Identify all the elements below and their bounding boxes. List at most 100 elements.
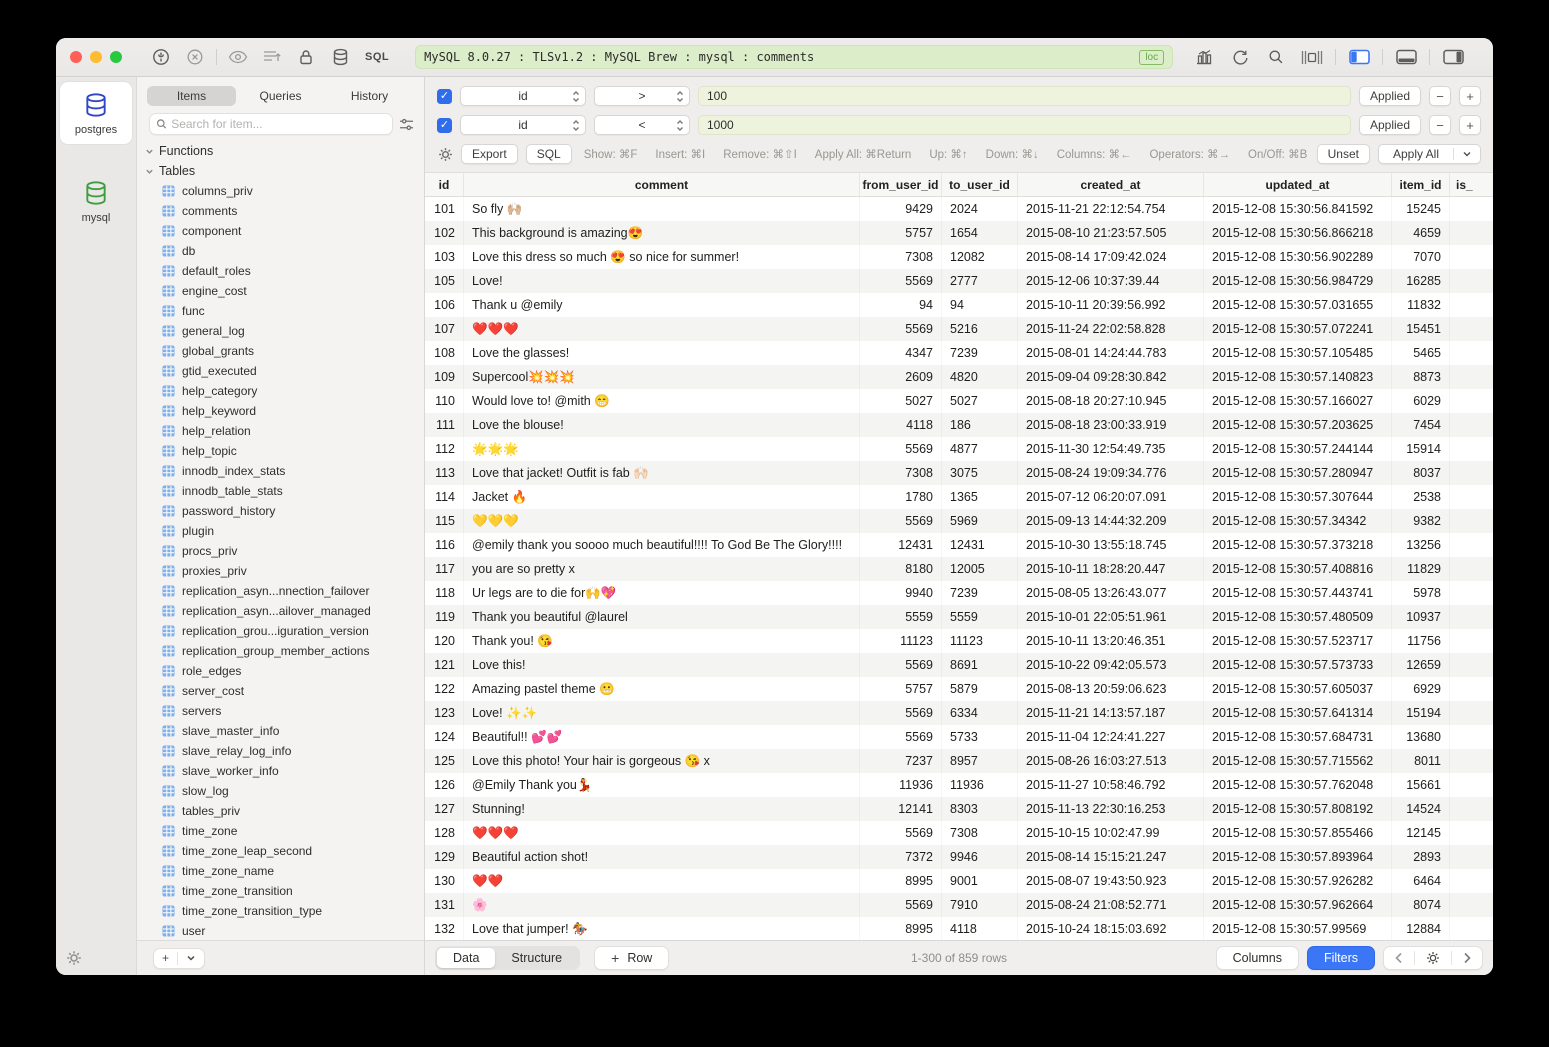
tab-queries[interactable]: Queries (236, 86, 325, 106)
cell-comment[interactable]: Love this photo! Your hair is gorgeous 😘… (463, 749, 859, 773)
cell-item-id[interactable]: 6029 (1391, 389, 1449, 413)
cell-updated-at[interactable]: 2015-12-08 15:30:56.902289 (1203, 245, 1391, 269)
cell-created-at[interactable]: 2015-10-11 18:28:20.447 (1017, 557, 1203, 581)
cell-comment[interactable]: Beautiful action shot! (463, 845, 859, 869)
cell-updated-at[interactable]: 2015-12-08 15:30:57.962664 (1203, 893, 1391, 917)
filter-operator-select[interactable]: > (594, 86, 690, 106)
cell-id[interactable]: 121 (425, 653, 463, 677)
cell-created-at[interactable]: 2015-10-15 10:02:47.99 (1017, 821, 1203, 845)
sidebar-table-item[interactable]: tables_priv (145, 801, 424, 821)
cell-updated-at[interactable]: 2015-12-08 15:30:57.762048 (1203, 773, 1391, 797)
sidebar-table-item[interactable]: help_category (145, 381, 424, 401)
cell-is[interactable] (1449, 509, 1493, 533)
cell-created-at[interactable]: 2015-08-10 21:23:57.505 (1017, 221, 1203, 245)
cell-is[interactable] (1449, 773, 1493, 797)
cell-item-id[interactable]: 11832 (1391, 293, 1449, 317)
cell-item-id[interactable]: 15451 (1391, 317, 1449, 341)
cell-updated-at[interactable]: 2015-12-08 15:30:57.280947 (1203, 461, 1391, 485)
cell-from-user-id[interactable]: 5757 (859, 677, 941, 701)
item-search-box[interactable] (149, 113, 393, 135)
cell-is[interactable] (1449, 245, 1493, 269)
item-search-input[interactable] (171, 117, 386, 131)
settings-gear-icon[interactable] (66, 950, 82, 966)
cell-id[interactable]: 114 (425, 485, 463, 509)
cell-id[interactable]: 117 (425, 557, 463, 581)
cell-comment[interactable]: you are so pretty x (463, 557, 859, 581)
cell-item-id[interactable]: 6464 (1391, 869, 1449, 893)
cell-created-at[interactable]: 2015-09-13 14:44:32.209 (1017, 509, 1203, 533)
cell-item-id[interactable]: 11829 (1391, 557, 1449, 581)
sidebar-table-item[interactable]: slave_worker_info (145, 761, 424, 781)
cell-item-id[interactable]: 8074 (1391, 893, 1449, 917)
cell-to-user-id[interactable]: 1365 (941, 485, 1017, 509)
cell-is[interactable] (1449, 557, 1493, 581)
log-icon[interactable] (255, 46, 289, 68)
table-row[interactable]: 111Love the blouse!41181862015-08-18 23:… (425, 413, 1493, 437)
cell-from-user-id[interactable]: 12431 (859, 533, 941, 557)
cell-to-user-id[interactable]: 8957 (941, 749, 1017, 773)
cell-is[interactable] (1449, 605, 1493, 629)
cell-id[interactable]: 130 (425, 869, 463, 893)
cell-is[interactable] (1449, 701, 1493, 725)
cell-updated-at[interactable]: 2015-12-08 15:30:57.480509 (1203, 605, 1391, 629)
cell-from-user-id[interactable]: 5569 (859, 437, 941, 461)
cell-created-at[interactable]: 2015-08-14 17:09:42.024 (1017, 245, 1203, 269)
cell-comment[interactable]: Love! (463, 269, 859, 293)
cell-id[interactable]: 107 (425, 317, 463, 341)
cell-is[interactable] (1449, 389, 1493, 413)
cell-comment[interactable]: Beautiful!! 💕💕 (463, 725, 859, 749)
cell-to-user-id[interactable]: 9001 (941, 869, 1017, 893)
cell-from-user-id[interactable]: 5569 (859, 269, 941, 293)
column-header-from-user-id[interactable]: from_user_id (859, 173, 941, 196)
data-tab[interactable]: Data (437, 948, 495, 968)
cell-id[interactable]: 122 (425, 677, 463, 701)
sidebar-table-item[interactable]: global_grants (145, 341, 424, 361)
cell-to-user-id[interactable]: 5027 (941, 389, 1017, 413)
minimize-window-button[interactable] (90, 51, 102, 63)
table-row[interactable]: 127Stunning!1214183032015-11-13 22:30:16… (425, 797, 1493, 821)
cell-comment[interactable]: 🌸 (463, 893, 859, 917)
table-row[interactable]: 128❤️❤️❤️556973082015-10-15 10:02:47.992… (425, 821, 1493, 845)
cell-updated-at[interactable]: 2015-12-08 15:30:57.140823 (1203, 365, 1391, 389)
filter-operator-select[interactable]: < (594, 115, 690, 135)
table-row[interactable]: 117you are so pretty x8180120052015-10-1… (425, 557, 1493, 581)
cell-created-at[interactable]: 2015-11-13 22:30:16.253 (1017, 797, 1203, 821)
cell-created-at[interactable]: 2015-08-01 14:24:44.783 (1017, 341, 1203, 365)
export-button[interactable]: Export (461, 144, 518, 164)
cell-item-id[interactable]: 16285 (1391, 269, 1449, 293)
cell-comment[interactable]: Stunning! (463, 797, 859, 821)
cell-is[interactable] (1449, 221, 1493, 245)
structure-tab[interactable]: Structure (495, 948, 578, 968)
cell-id[interactable]: 110 (425, 389, 463, 413)
cell-is[interactable] (1449, 197, 1493, 221)
cell-is[interactable] (1449, 293, 1493, 317)
cell-from-user-id[interactable]: 5569 (859, 725, 941, 749)
cell-updated-at[interactable]: 2015-12-08 15:30:57.166027 (1203, 389, 1391, 413)
cell-updated-at[interactable]: 2015-12-08 15:30:56.866218 (1203, 221, 1391, 245)
cell-id[interactable]: 111 (425, 413, 463, 437)
cell-id[interactable]: 103 (425, 245, 463, 269)
cell-comment[interactable]: So fly 🙌🏼 (463, 197, 859, 221)
cell-created-at[interactable]: 2015-10-24 18:15:03.692 (1017, 917, 1203, 940)
sidebar-table-item[interactable]: time_zone_name (145, 861, 424, 881)
cell-updated-at[interactable]: 2015-12-08 15:30:57.715562 (1203, 749, 1391, 773)
tree-group-functions[interactable]: Functions (145, 141, 424, 161)
cell-to-user-id[interactable]: 7308 (941, 821, 1017, 845)
cell-created-at[interactable]: 2015-08-05 13:26:43.077 (1017, 581, 1203, 605)
sidebar-table-item[interactable]: time_zone_transition (145, 881, 424, 901)
tree-group-tables[interactable]: Tables (145, 161, 424, 181)
cell-item-id[interactable]: 5978 (1391, 581, 1449, 605)
sidebar-table-item[interactable]: server_cost (145, 681, 424, 701)
cell-id[interactable]: 108 (425, 341, 463, 365)
cell-from-user-id[interactable]: 8995 (859, 869, 941, 893)
table-row[interactable]: 105Love!556927772015-12-06 10:37:39.4420… (425, 269, 1493, 293)
cell-to-user-id[interactable]: 7239 (941, 341, 1017, 365)
cell-updated-at[interactable]: 2015-12-08 15:30:57.523717 (1203, 629, 1391, 653)
cell-comment[interactable]: Jacket 🔥 (463, 485, 859, 509)
eye-icon[interactable] (221, 46, 255, 68)
cell-is[interactable] (1449, 533, 1493, 557)
cell-id[interactable]: 123 (425, 701, 463, 725)
cell-from-user-id[interactable]: 2609 (859, 365, 941, 389)
cell-id[interactable]: 124 (425, 725, 463, 749)
sidebar-table-item[interactable]: engine_cost (145, 281, 424, 301)
